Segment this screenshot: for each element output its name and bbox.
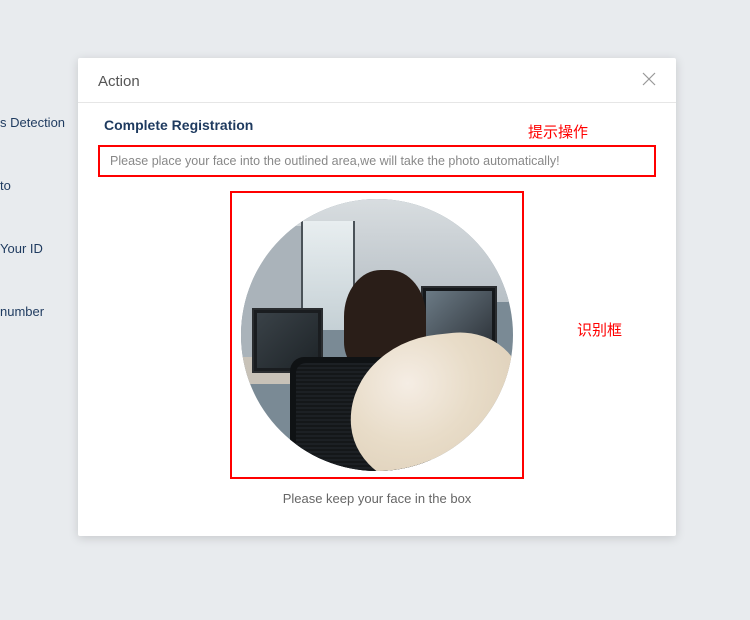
camera-scene [241, 199, 513, 471]
hint-text: Please place your face into the outlined… [110, 154, 644, 168]
sidebar-item-detection[interactable]: s Detection [0, 105, 80, 140]
sidebar-item-your-id[interactable]: Your ID [0, 231, 80, 266]
close-icon[interactable] [642, 72, 656, 90]
sidebar-item-to[interactable]: to [0, 168, 80, 203]
keep-face-text: Please keep your face in the box [98, 491, 656, 506]
close-icon-svg [642, 72, 656, 86]
annotation-box-label: 识别框 [577, 319, 622, 340]
hint-box: Please place your face into the outlined… [98, 145, 656, 177]
camera-area: 识别框 [98, 191, 656, 479]
camera-preview [241, 199, 513, 471]
modal: Action Complete Registration 提示操作 Please… [78, 58, 676, 536]
hint-row: 提示操作 Please place your face into the out… [98, 145, 656, 177]
sidebar: s Detection to Your ID number [0, 0, 80, 620]
sidebar-item-number[interactable]: number [0, 294, 80, 329]
modal-body: Complete Registration 提示操作 Please place … [78, 103, 676, 536]
annotation-hint-label: 提示操作 [528, 121, 588, 142]
recognition-box [230, 191, 524, 479]
modal-title: Action [98, 73, 140, 90]
modal-header: Action [78, 58, 676, 103]
